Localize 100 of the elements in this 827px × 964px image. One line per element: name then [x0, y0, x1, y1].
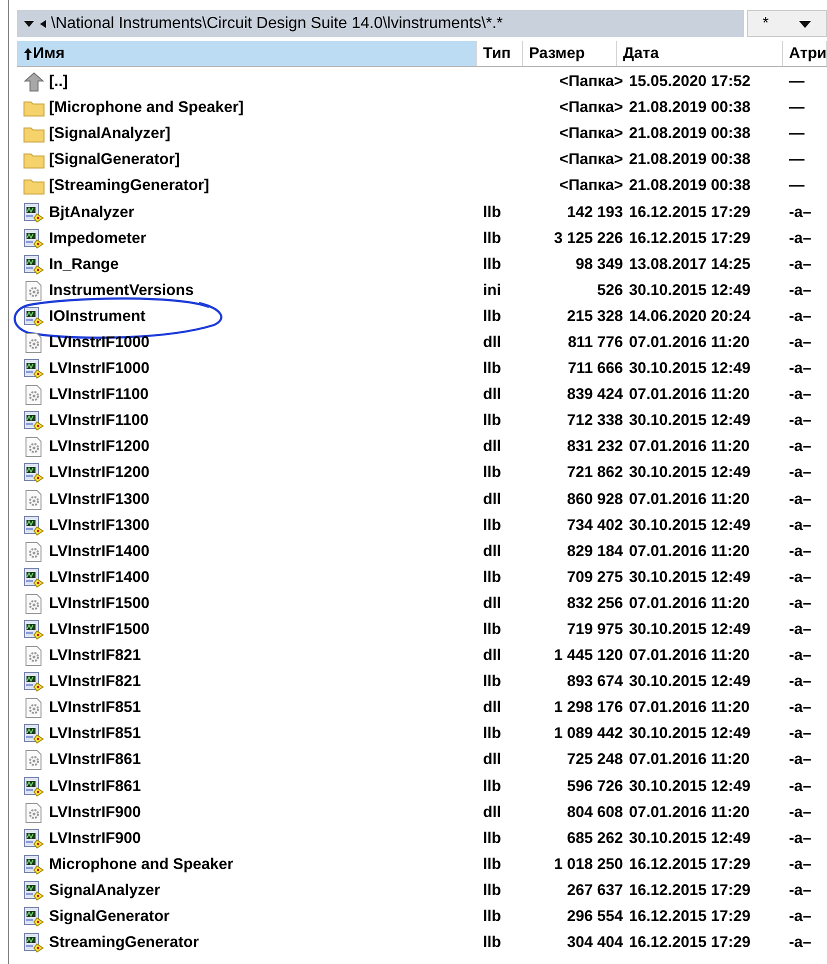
file-type: dll: [483, 699, 502, 716]
file-name[interactable]: [Microphone and Speaker]: [49, 99, 244, 118]
file-attributes: -a–: [789, 256, 812, 273]
file-date: 30.10.2015 12:49: [629, 464, 751, 482]
file-date: 21.08.2019 00:38: [629, 151, 751, 168]
file-type: llb: [483, 516, 502, 534]
file-name[interactable]: LVInstrIF821: [49, 673, 141, 692]
file-size: 719 975: [566, 621, 623, 638]
library-file-icon: [23, 254, 45, 276]
file-name[interactable]: Impedometer: [49, 230, 146, 248]
file-attributes: -a–: [789, 830, 812, 847]
file-attributes: -a–: [789, 804, 812, 821]
file-name[interactable]: LVInstrIF861: [49, 778, 141, 796]
file-attributes: -a–: [789, 230, 812, 247]
file-name[interactable]: LVInstrIF1400: [49, 568, 150, 587]
file-attributes: -a–: [789, 412, 812, 430]
file-size: <Папка>: [559, 125, 623, 142]
file-size: 832 256: [566, 594, 623, 612]
file-date: 30.10.2015 12:49: [629, 673, 751, 690]
file-attributes: —: [789, 99, 804, 116]
file-name[interactable]: IOInstrument: [49, 308, 146, 326]
file-name[interactable]: BjtAnalyzer: [49, 204, 134, 222]
file-date: 07.01.2016 11:20: [629, 804, 750, 821]
file-date: 07.01.2016 11:20: [629, 438, 750, 456]
file-name[interactable]: LVInstrIF1200: [49, 438, 150, 456]
file-type: llb: [483, 673, 502, 690]
library-file-icon: [23, 906, 45, 928]
file-name[interactable]: LVInstrIF1100: [49, 412, 149, 430]
file-name[interactable]: LVInstrIF1000: [49, 334, 150, 352]
file-size: 725 248: [566, 751, 623, 768]
file-size: 712 338: [566, 412, 623, 430]
file-size: 98 349: [576, 256, 623, 273]
file-name[interactable]: LVInstrIF1400: [49, 542, 150, 561]
file-name[interactable]: LVInstrIF861: [49, 751, 141, 770]
file-size: 526: [597, 282, 623, 299]
file-date: 30.10.2015 12:49: [629, 725, 751, 742]
file-name[interactable]: [..]: [49, 73, 68, 92]
file-name[interactable]: LVInstrIF900: [49, 804, 141, 822]
file-name[interactable]: InstrumentVersions: [49, 282, 194, 300]
file-name[interactable]: SignalGenerator: [49, 908, 170, 926]
file-date: 15.05.2020 17:52: [629, 73, 751, 90]
file-size: 804 608: [566, 804, 623, 821]
file-date: 07.01.2016 11:20: [629, 751, 750, 768]
file-name[interactable]: SignalAnalyzer: [49, 882, 160, 900]
file-name[interactable]: LVInstrIF1000: [49, 360, 150, 378]
file-name[interactable]: [SignalAnalyzer]: [49, 125, 170, 144]
file-name[interactable]: LVInstrIF1500: [49, 621, 150, 640]
file-attributes: —: [789, 151, 804, 168]
file-size: 267 637: [566, 882, 623, 899]
file-name[interactable]: LVInstrIF1200: [49, 464, 150, 482]
file-attributes: -a–: [789, 699, 812, 716]
file-size: <Папка>: [559, 73, 623, 90]
file-date: 07.01.2016 11:20: [629, 542, 750, 560]
file-size: 709 275: [566, 568, 623, 586]
file-type: llb: [483, 308, 502, 325]
file-name[interactable]: In_Range: [49, 256, 119, 274]
file-attributes: -a–: [789, 334, 812, 351]
dropdown-icon[interactable]: [798, 18, 812, 28]
file-type: llb: [483, 725, 502, 742]
dropdown-icon[interactable]: [23, 18, 35, 28]
file-date: 30.10.2015 12:49: [629, 568, 751, 586]
file-attributes: -a–: [789, 386, 812, 404]
file-attributes: -a–: [789, 360, 812, 378]
filter-button[interactable]: *: [747, 10, 827, 37]
file-size: 839 424: [566, 386, 623, 404]
file-name[interactable]: LVInstrIF1500: [49, 594, 150, 613]
file-size: 1 298 176: [554, 699, 623, 716]
file-attributes: -a–: [789, 725, 812, 742]
file-attributes: -a–: [789, 516, 812, 534]
file-name[interactable]: LVInstrIF900: [49, 830, 141, 848]
path-bar[interactable]: \National Instruments\Circuit Design Suite 14.0\lvinstruments\*.*: [17, 10, 744, 37]
file-name[interactable]: LVInstrIF851: [49, 699, 141, 718]
library-file-icon: [23, 228, 45, 250]
file-name[interactable]: [StreamingGenerator]: [49, 177, 210, 196]
file-attributes: -a–: [789, 778, 812, 795]
file-type: dll: [483, 804, 502, 821]
file-name[interactable]: LVInstrIF1100: [49, 386, 149, 404]
file-name[interactable]: [SignalGenerator]: [49, 151, 180, 170]
file-date: 16.12.2015 17:29: [629, 856, 751, 873]
file-name[interactable]: LVInstrIF821: [49, 647, 141, 666]
file-type: llb: [483, 621, 502, 638]
file-name[interactable]: LVInstrIF1300: [49, 490, 150, 509]
file-name[interactable]: LVInstrIF1300: [49, 516, 150, 535]
file-type: llb: [483, 464, 502, 482]
file-type: llb: [483, 230, 502, 247]
file-date: 30.10.2015 12:49: [629, 830, 751, 847]
file-name[interactable]: Microphone and Speaker: [49, 856, 234, 874]
file-name[interactable]: LVInstrIF851: [49, 725, 141, 744]
library-file-icon: [23, 306, 45, 328]
library-file-icon: [23, 671, 45, 694]
file-attributes: -a–: [789, 594, 812, 612]
file-size: 3 125 226: [554, 230, 623, 247]
file-date: 14.06.2020 20:24: [629, 308, 751, 325]
column-header[interactable]: Имя: [17, 41, 477, 66]
file-size: 829 184: [566, 542, 623, 560]
file-name[interactable]: StreamingGenerator: [49, 934, 199, 952]
file-type: llb: [483, 204, 502, 221]
file-type: dll: [483, 386, 502, 404]
back-arrow-icon[interactable]: [39, 18, 47, 28]
file-date: 21.08.2019 00:38: [629, 125, 751, 142]
